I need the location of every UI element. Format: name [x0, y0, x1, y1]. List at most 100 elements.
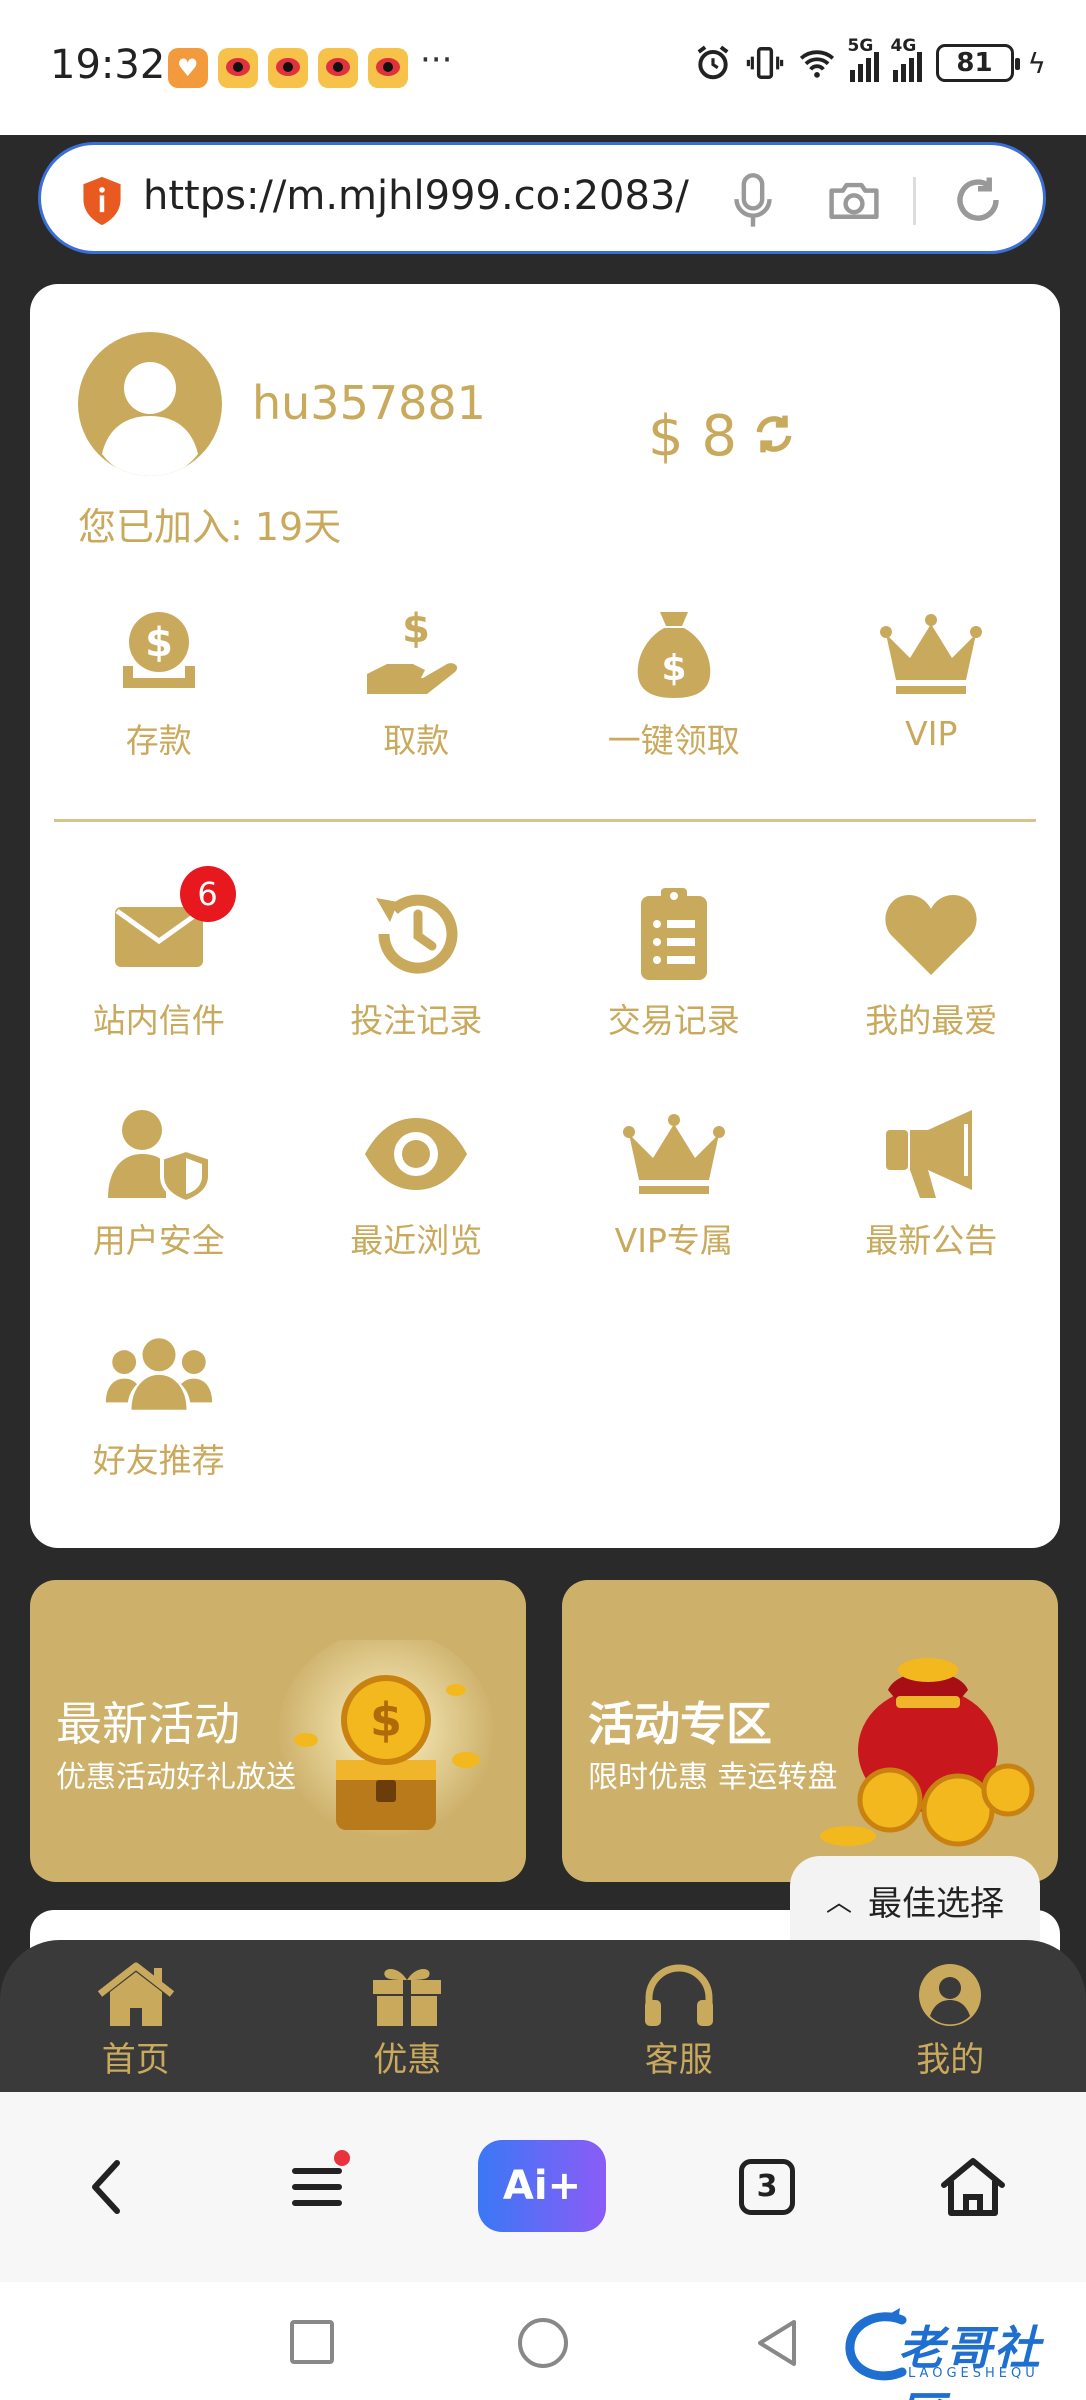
chevron-up-icon: ︿	[825, 1887, 852, 1918]
deposit-coin-icon: $	[104, 604, 214, 704]
deposit-label: 存款	[125, 721, 192, 760]
menu-item-inbox[interactable]: 6 站内信件	[30, 866, 288, 1042]
url-text[interactable]: https://m.mjhl999.co:2083/	[143, 173, 733, 219]
vip-button[interactable]: VIP	[803, 604, 1061, 762]
menu-item-favorites[interactable]: 我的最爱	[803, 884, 1061, 1042]
tab-mine[interactable]: 我的	[815, 1940, 1086, 2092]
browser-home-button[interactable]	[928, 2142, 1018, 2232]
site-info-shield-icon[interactable]	[79, 175, 125, 227]
svg-text:$: $	[402, 606, 430, 652]
alarm-icon	[697, 45, 728, 80]
menu-label: VIP专属	[614, 1221, 733, 1260]
claim-all-button[interactable]: $ 一键领取	[545, 604, 803, 762]
weibo-notification-icon	[318, 48, 358, 88]
menu-item-vip-exclusive[interactable]: VIP专属	[545, 1104, 803, 1262]
unread-badge: 6	[179, 866, 236, 922]
back-nav-button[interactable]	[750, 2316, 804, 2370]
bottom-tab-bar: 首页 优惠 客服 我的	[0, 1940, 1086, 2092]
watermark-subtext: LAOGESHEQU	[908, 2366, 1039, 2381]
clipboard-list-icon	[619, 884, 729, 984]
signal-5g-icon: 5G	[848, 36, 879, 82]
withdraw-label: 取款	[383, 721, 450, 760]
promo-title: 最新活动	[56, 1697, 240, 1751]
quick-actions: $ 存款 $ 取款 $ 一键领取 VIP	[30, 604, 1060, 762]
eye-icon	[361, 1104, 471, 1204]
svg-text:$: $	[370, 1693, 402, 1747]
promo-subtitle: 优惠活动好礼放送	[56, 1760, 296, 1795]
home-outline-icon	[941, 2158, 1005, 2216]
promo-latest-activities[interactable]: 最新活动 优惠活动好礼放送 $	[30, 1580, 526, 1882]
recents-button[interactable]	[290, 2320, 334, 2364]
home-nav-button[interactable]	[518, 2318, 568, 2368]
promo-activity-zone[interactable]: 活动专区 限时优惠 幸运转盘	[562, 1580, 1058, 1882]
back-button[interactable]	[62, 2142, 152, 2232]
tabs-button[interactable]: 3	[722, 2142, 812, 2232]
menu-label: 用户安全	[92, 1221, 225, 1260]
weibo-notification-icon	[218, 48, 258, 88]
treasure-chest-coin-icon: $	[276, 1640, 496, 1850]
menu-label: 最近浏览	[350, 1221, 483, 1260]
menu-item-recent[interactable]: 最近浏览	[288, 1104, 546, 1262]
status-indicators: 5G 4G 81 ϟ	[694, 36, 1046, 82]
browser-toolbar: Ai+ 3	[0, 2092, 1086, 2282]
camera-icon[interactable]	[826, 177, 882, 223]
menu-label: 交易记录	[607, 1001, 740, 1040]
address-bar[interactable]: https://m.mjhl999.co:2083/	[38, 142, 1046, 254]
watermark-text: 老哥社区	[898, 2321, 1042, 2400]
menu-label: 站内信件	[92, 1001, 225, 1040]
crown-icon	[876, 604, 986, 704]
refresh-balance-icon[interactable]	[752, 412, 796, 456]
tab-count: 3	[739, 2159, 795, 2215]
microphone-icon[interactable]	[731, 171, 775, 231]
wifi-icon	[799, 50, 834, 78]
menu-item-announcements[interactable]: 最新公告	[803, 1104, 1061, 1262]
balance: $ 8	[648, 404, 738, 469]
hamburger-menu-icon	[292, 2168, 342, 2206]
status-bar: 19:32 ♥ ··· 5G 4G 81 ϟ	[0, 0, 1086, 135]
watermark-logo: 老哥社区 LAOGESHEQU	[842, 2300, 1074, 2400]
user-shield-icon	[104, 1104, 214, 1204]
section-divider	[54, 819, 1036, 822]
menu-label: 好友推荐	[92, 1441, 225, 1480]
tab-label: 我的	[916, 2040, 985, 2080]
menu-item-referral[interactable]: 好友推荐	[30, 1324, 288, 1482]
tab-home[interactable]: 首页	[0, 1940, 272, 2092]
money-bag-icon: $	[619, 604, 729, 704]
battery-indicator: 81	[935, 44, 1020, 82]
headphones-icon	[644, 1964, 713, 2026]
charging-icon: ϟ	[1027, 46, 1046, 80]
vibrate-icon	[746, 47, 783, 79]
menu-label: 我的最爱	[865, 1001, 998, 1040]
user-avatar-icon	[102, 362, 198, 476]
red-money-bag-icon	[820, 1658, 1035, 1847]
notification-icons: ♥	[168, 48, 408, 88]
more-notifications-icon: ···	[420, 40, 453, 80]
megaphone-icon	[876, 1104, 986, 1204]
menu-label: 最新公告	[865, 1221, 998, 1260]
avatar[interactable]	[78, 332, 222, 476]
reload-icon[interactable]	[951, 173, 1005, 227]
withdraw-button[interactable]: $ 取款	[288, 604, 546, 762]
ai-assistant-button[interactable]: Ai+	[478, 2140, 606, 2232]
history-icon	[361, 884, 471, 984]
vip-label: VIP	[905, 714, 958, 753]
menu-item-transactions[interactable]: 交易记录	[545, 884, 803, 1042]
promo-subtitle: 限时优惠 幸运转盘	[588, 1760, 838, 1795]
signal-4g-icon: 4G	[891, 36, 922, 82]
claim-all-label: 一键领取	[607, 721, 740, 760]
status-time: 19:32	[50, 42, 166, 88]
tab-support[interactable]: 客服	[543, 1940, 815, 2092]
best-choice-button[interactable]: ︿ 最佳选择	[790, 1856, 1040, 1944]
deposit-button[interactable]: $ 存款	[30, 604, 288, 762]
menu-button[interactable]	[272, 2142, 362, 2232]
svg-text:$: $	[661, 648, 686, 689]
menu-label: 投注记录	[350, 1001, 483, 1040]
menu-item-security[interactable]: 用户安全	[30, 1104, 288, 1262]
account-card: hu357881 $ 8 您已加入: 19天 $ 存款 $ 取款 $ 一键领取	[30, 284, 1060, 1548]
menu-item-bet-history[interactable]: 投注记录	[288, 884, 546, 1042]
gift-icon	[373, 1969, 442, 2026]
tab-label: 首页	[101, 2040, 170, 2080]
tab-label: 优惠	[373, 2040, 442, 2080]
menu-row: 6 站内信件 投注记录 交易记录 我的最爱	[30, 866, 1061, 1042]
tab-promotions[interactable]: 优惠	[272, 1940, 544, 2092]
